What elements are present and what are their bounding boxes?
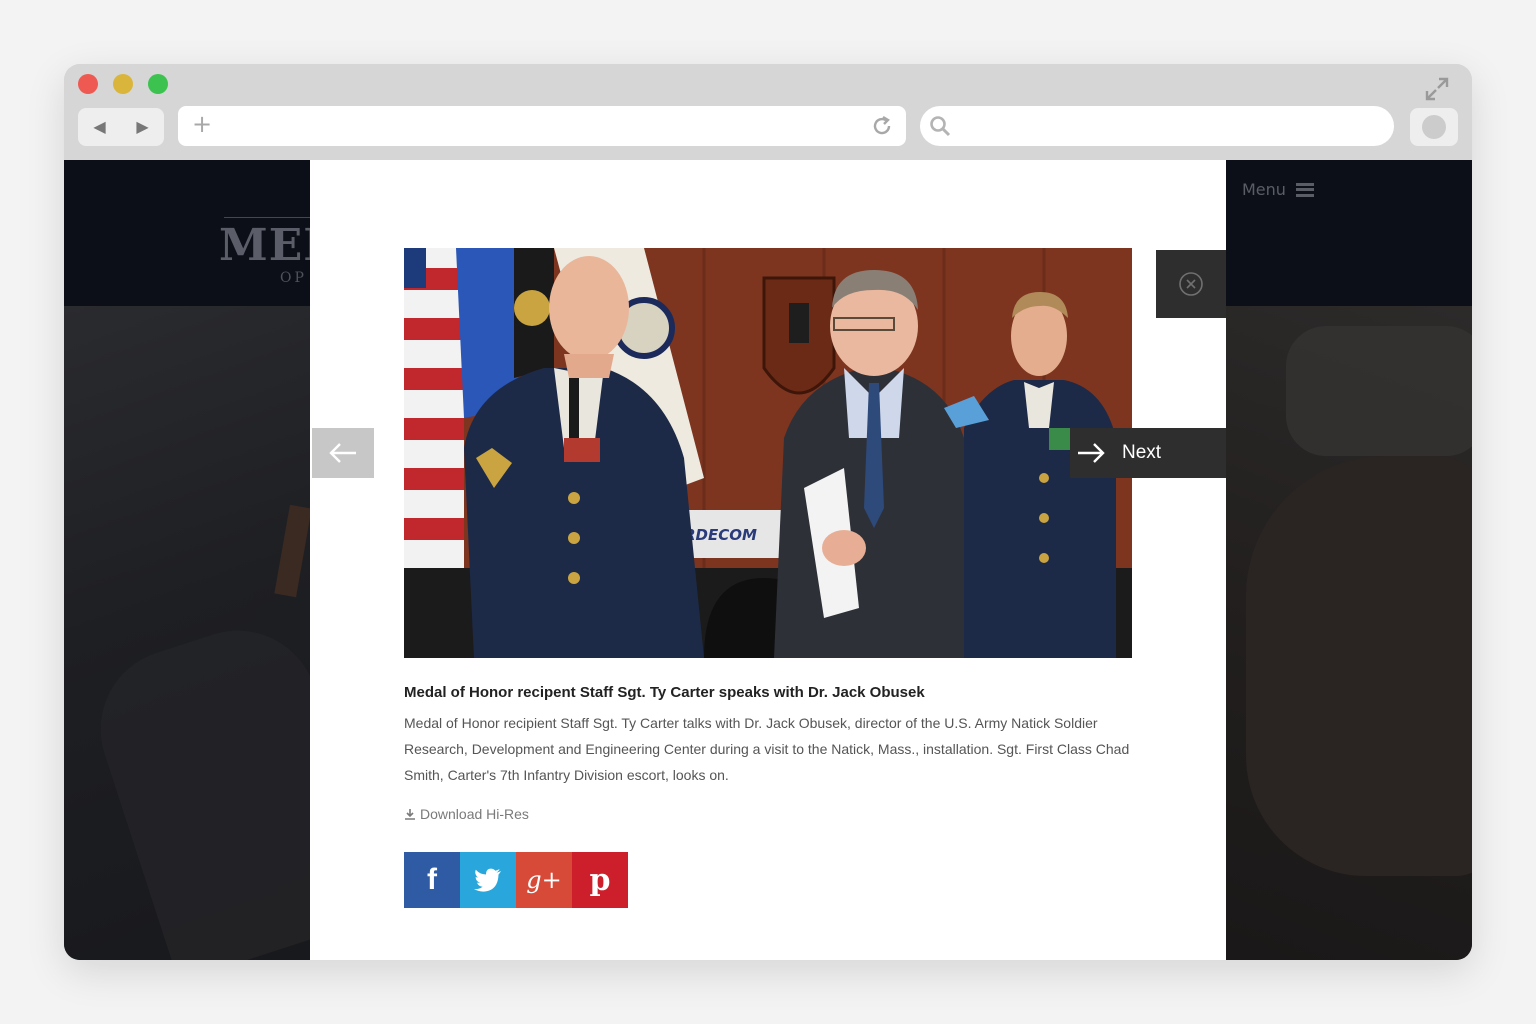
download-icon: [405, 809, 415, 820]
twitter-icon: [474, 868, 501, 892]
back-icon[interactable]: ◀: [93, 119, 105, 135]
site-logo-subtitle: OP: [280, 270, 307, 286]
next-label: Next: [1122, 442, 1162, 463]
caption-body: Medal of Honor recipient Staff Sgt. Ty C…: [404, 715, 1130, 783]
menu-label: Menu: [1242, 180, 1286, 199]
window-maximize-dot[interactable]: [148, 74, 168, 94]
background-image-left: [64, 306, 389, 960]
pinterest-share-button[interactable]: p: [572, 852, 628, 908]
facebook-share-button[interactable]: f: [404, 852, 460, 908]
window-minimize-dot[interactable]: [113, 74, 133, 94]
arrow-right-icon: [1078, 443, 1105, 463]
lightbox-close-button[interactable]: [1156, 250, 1226, 318]
browser-chrome: ◀ ▶ +: [64, 64, 1472, 160]
background-image-right: [1226, 306, 1472, 960]
lightbox-modal: RDECOM Medal of Honor recipent Staff Sgt…: [310, 160, 1226, 960]
plus-icon[interactable]: +: [192, 112, 212, 136]
photo-illustration: RDECOM: [404, 248, 1132, 658]
history-nav: ◀ ▶: [78, 108, 164, 146]
logo-rule: [224, 217, 314, 218]
lightbox-photo: RDECOM: [404, 248, 1132, 658]
site-logo[interactable]: MEI: [219, 220, 325, 271]
share-buttons: f g+ p: [404, 852, 628, 908]
lightbox-prev-button[interactable]: [312, 428, 374, 478]
address-bar[interactable]: +: [178, 106, 906, 146]
download-label: Download Hi-Res: [420, 806, 529, 822]
window-close-dot[interactable]: [78, 74, 98, 94]
browser-window: ◀ ▶ + MEI OP Menu RDECOM Medal of Honor …: [64, 64, 1472, 960]
close-icon: [1179, 272, 1203, 296]
search-bar[interactable]: [920, 106, 1394, 146]
twitter-share-button[interactable]: [460, 852, 516, 908]
profile-button[interactable]: [1410, 108, 1458, 146]
arrow-left-icon: [329, 443, 356, 463]
forward-icon[interactable]: ▶: [136, 119, 148, 135]
menu-button[interactable]: Menu: [1242, 180, 1314, 199]
page-viewport: MEI OP Menu RDECOM Medal of Honor recipe…: [64, 160, 1472, 960]
reload-icon[interactable]: [870, 114, 894, 138]
facebook-icon: f: [427, 863, 437, 896]
download-hi-res-link[interactable]: Download Hi-Res: [404, 806, 529, 822]
search-icon: [930, 116, 951, 137]
lightbox-next-button[interactable]: Next: [1070, 428, 1226, 478]
photo-sign-text: RDECOM: [684, 526, 757, 544]
hamburger-icon: [1295, 182, 1314, 197]
caption-title: Medal of Honor recipent Staff Sgt. Ty Ca…: [404, 684, 925, 701]
google-plus-icon: g+: [526, 866, 562, 894]
pinterest-icon: p: [589, 862, 611, 898]
expand-icon[interactable]: [1424, 76, 1450, 102]
google-plus-share-button[interactable]: g+: [516, 852, 572, 908]
